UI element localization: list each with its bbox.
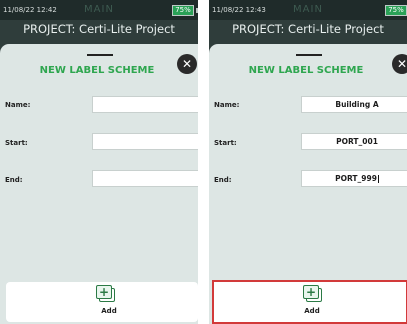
close-icon[interactable]: ✕ [177,54,197,74]
new-label-scheme-sheet: NEW LABEL SCHEME ✕ Name: Start: End: + A… [0,44,198,324]
add-button[interactable]: + Add [6,282,198,322]
start-label: Start: [214,139,237,147]
battery-level: 75% [175,6,191,14]
device-screen-after: 11/08/22 12:43 MAIN 75% PROJECT: Certi-L… [209,0,407,324]
end-label: End: [5,176,23,184]
comparison-canvas: 11/08/22 12:42 MAIN 75% PROJECT: Certi-L… [0,0,407,324]
start-label: Start: [5,139,28,147]
add-button-label: Add [304,307,320,315]
battery-icon: 75% [385,5,407,16]
project-title: PROJECT: Certi-Lite Project [232,22,384,36]
status-mode: MAIN [293,4,323,15]
battery-icon: 75% [172,5,194,16]
name-field[interactable]: Building A [301,96,407,113]
status-bar: 11/08/22 12:42 MAIN 75% [0,0,198,20]
add-button-label: Add [101,307,117,315]
new-label-scheme-sheet: NEW LABEL SCHEME ✕ Name: Building A Star… [209,44,407,324]
sheet-title: NEW LABEL SCHEME [39,65,155,76]
start-field[interactable]: PORT_001 [301,133,407,150]
close-icon[interactable]: ✕ [392,54,407,74]
sheet-title: NEW LABEL SCHEME [248,65,364,76]
end-field[interactable] [92,170,198,187]
start-field[interactable] [92,133,198,150]
battery-level: 75% [388,6,404,14]
add-icon: + [303,285,319,299]
text-caret [377,175,379,183]
project-title: PROJECT: Certi-Lite Project [23,22,175,36]
battery-terminal [196,8,198,13]
status-mode: MAIN [84,4,114,15]
add-button[interactable]: + Add [212,280,407,324]
add-icon: + [96,285,112,299]
name-label: Name: [5,101,31,109]
status-bar: 11/08/22 12:43 MAIN 75% [209,0,407,20]
device-screen-before: 11/08/22 12:42 MAIN 75% PROJECT: Certi-L… [0,0,198,324]
end-label: End: [214,176,232,184]
end-field[interactable]: PORT_999 [301,170,407,187]
name-field[interactable] [92,96,198,113]
end-field-value: PORT_999 [335,174,377,183]
drag-handle[interactable] [87,54,113,56]
drag-handle[interactable] [296,54,322,56]
name-label: Name: [214,101,240,109]
